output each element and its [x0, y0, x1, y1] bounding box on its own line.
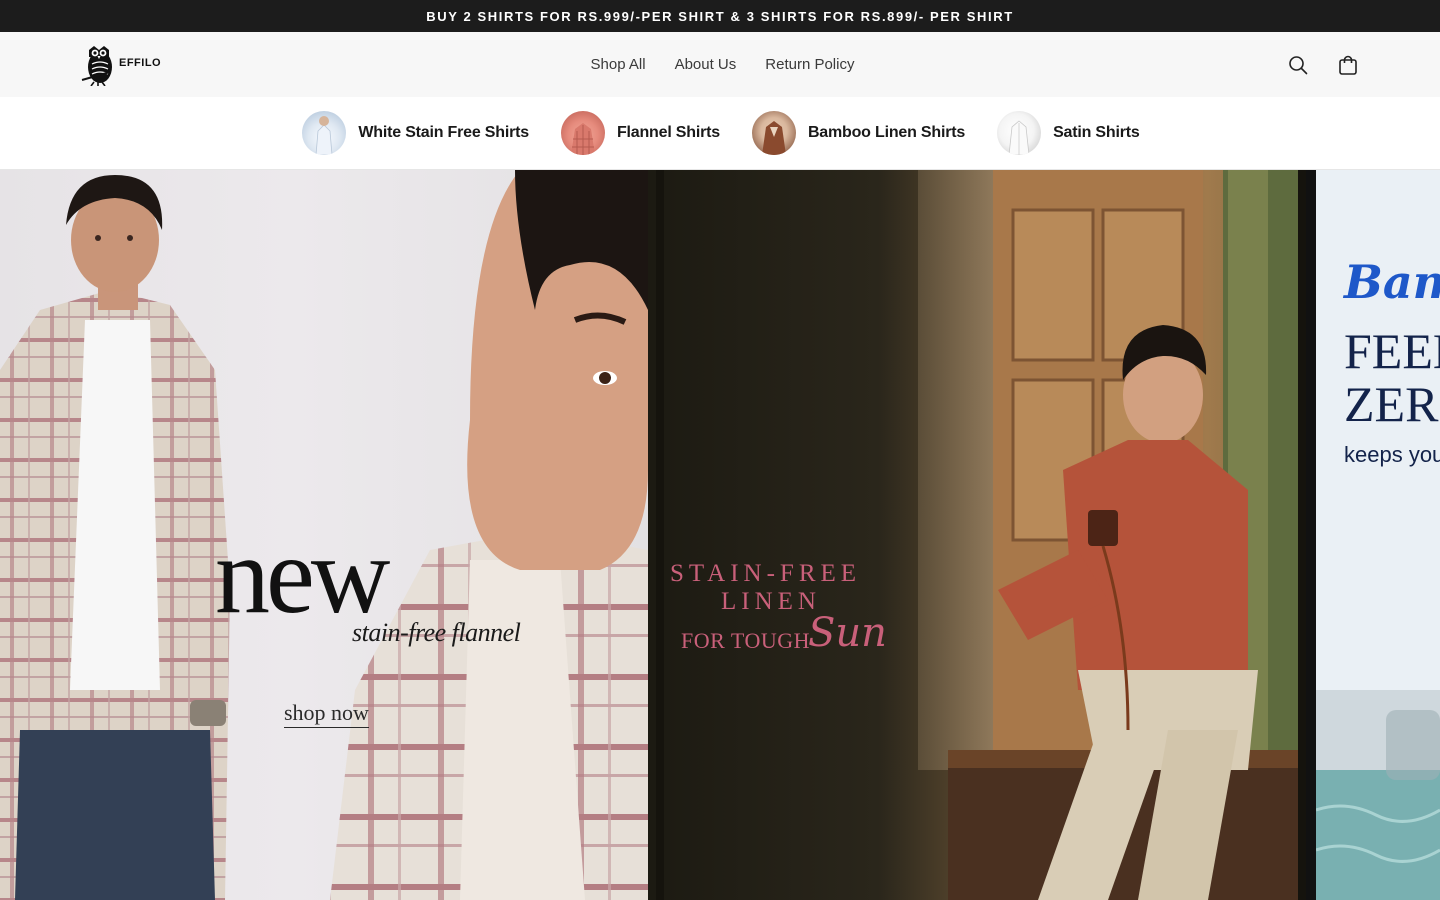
- header-actions: [1286, 32, 1360, 97]
- shop-now-link[interactable]: shop now: [284, 700, 369, 728]
- category-satin-shirts[interactable]: Satin Shirts: [997, 111, 1140, 155]
- nav-shop-all[interactable]: Shop All: [591, 56, 646, 73]
- hero-linen-script: Sun: [808, 610, 887, 656]
- search-icon[interactable]: [1286, 53, 1310, 77]
- category-white-stain-free-shirts[interactable]: White Stain Free Shirts: [302, 111, 529, 155]
- hero-slide-linen[interactable]: STAIN-FREE LINEN FOR TOUGH Sun: [648, 170, 1306, 900]
- category-bamboo-linen-shirts[interactable]: Bamboo Linen Shirts: [751, 111, 966, 155]
- category-strip: White Stain Free Shirts Flannel Shirts B…: [0, 97, 1440, 170]
- hero-slide-flannel[interactable]: new stain-free flannel shop now: [0, 170, 648, 900]
- hero-linen-line1: STAIN-FREE: [670, 560, 862, 587]
- hero-bamboo-line2: ZERO: [1344, 375, 1440, 432]
- hero-bamboo-line1: FEEL: [1344, 323, 1440, 379]
- category-label: Bamboo Linen Shirts: [807, 124, 966, 141]
- category-label: Satin Shirts: [1053, 124, 1140, 141]
- nav-about-us[interactable]: About Us: [675, 56, 737, 73]
- hero-bamboo-headline: FEEL ZERO: [1344, 325, 1440, 430]
- category-label: White Stain Free Shirts: [358, 124, 529, 141]
- category-thumbnail: [997, 111, 1042, 155]
- category-thumbnail: [560, 111, 605, 155]
- hero-linen-line3: FOR TOUGH: [681, 628, 810, 653]
- category-label: Flannel Shirts: [616, 124, 720, 141]
- logo-wordmark: EFFILO: [119, 57, 162, 69]
- hero-headline-new: new: [215, 514, 390, 636]
- category-thumbnail: [751, 111, 796, 155]
- hero-bamboo-subline: keeps you: [1344, 442, 1440, 467]
- category-thumbnail: [302, 111, 347, 155]
- main-nav: Shop All About Us Return Policy: [0, 32, 1440, 97]
- hero-slide-bamboo[interactable]: Bamb FEEL ZERO keeps you: [1316, 170, 1440, 900]
- hero-slider: new stain-free flannel shop now STAIN-FR…: [0, 170, 1440, 900]
- cart-icon[interactable]: [1336, 53, 1360, 77]
- hero-subline-flannel: stain-free flannel: [352, 618, 521, 647]
- hero-bamboo-script: Bamb: [1344, 255, 1440, 309]
- site-header: EFFILO Shop All About Us Return Policy: [0, 32, 1440, 97]
- linen-model-image: [648, 170, 1306, 900]
- owl-logo-icon: [81, 46, 112, 86]
- announcement-text: BUY 2 SHIRTS FOR RS.999/-PER SHIRT & 3 S…: [426, 8, 1014, 24]
- category-flannel-shirts[interactable]: Flannel Shirts: [560, 111, 720, 155]
- hero-linen-line2: LINEN: [721, 588, 821, 615]
- brand-logo[interactable]: EFFILO: [80, 42, 161, 86]
- announcement-bar: BUY 2 SHIRTS FOR RS.999/-PER SHIRT & 3 S…: [0, 0, 1440, 32]
- nav-return-policy[interactable]: Return Policy: [765, 56, 854, 73]
